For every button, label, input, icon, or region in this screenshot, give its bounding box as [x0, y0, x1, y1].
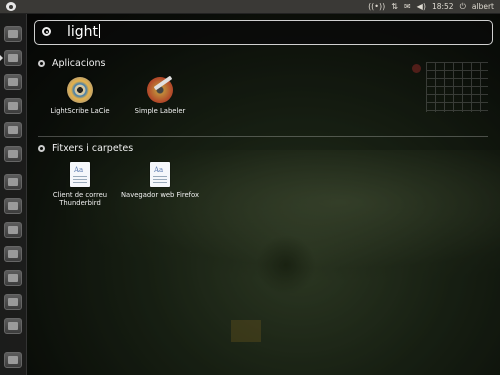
result-simple-labeler[interactable]: Simple Labeler	[123, 77, 197, 115]
launcher-files-icon[interactable]	[4, 122, 22, 138]
user-name[interactable]: albert	[472, 2, 494, 11]
network-icon[interactable]: ((•))	[368, 2, 385, 11]
result-label: Navegador web Firefox	[120, 191, 200, 199]
expand-section-icon[interactable]	[38, 60, 45, 67]
search-box[interactable]: light	[34, 20, 493, 45]
result-label: LightScribe LaCie	[50, 107, 110, 115]
launcher-office-icon[interactable]	[4, 98, 22, 114]
launcher-text-icon[interactable]	[4, 198, 22, 214]
launcher-document-icon[interactable]	[4, 174, 22, 190]
disc-icon	[67, 77, 93, 103]
section-applications[interactable]: Aplicacions	[38, 58, 106, 69]
ubuntu-logo-icon[interactable]	[6, 2, 16, 11]
launcher-home-icon[interactable]	[4, 26, 22, 42]
dash-overlay: light Aplicacions LightScribe LaCie Simp…	[26, 14, 500, 375]
launcher-apps-icon[interactable]	[4, 294, 22, 310]
section-title-applications: Aplicacions	[52, 58, 106, 69]
volume-icon[interactable]: ◀)	[417, 2, 426, 11]
clock[interactable]: 18:52	[432, 2, 454, 11]
expand-section-icon[interactable]	[38, 145, 45, 152]
launcher-search-icon[interactable]	[4, 318, 22, 334]
system-tray: ((•)) ⇅ ✉ ◀) 18:52 ⏻ albert	[368, 0, 494, 13]
document-icon	[150, 162, 170, 187]
search-input[interactable]: light	[67, 24, 98, 40]
transfer-icon[interactable]: ⇅	[391, 2, 398, 11]
label-disc-icon	[147, 77, 173, 103]
top-panel: ((•)) ⇅ ✉ ◀) 18:52 ⏻ albert	[0, 0, 500, 14]
section-title-files: Fitxers i carpetes	[52, 143, 134, 154]
launcher	[0, 14, 27, 375]
document-icon	[70, 162, 90, 187]
launcher-disk-icon[interactable]	[4, 246, 22, 262]
launcher-app-icon[interactable]	[4, 146, 22, 162]
section-divider	[38, 136, 488, 137]
calendar-widget	[412, 60, 490, 116]
section-files[interactable]: Fitxers i carpetes	[38, 143, 133, 154]
session-icon[interactable]: ⏻	[460, 2, 466, 12]
launcher-workspace-icon[interactable]	[4, 270, 22, 286]
launcher-terminal-icon[interactable]	[4, 222, 22, 238]
launcher-mail-icon[interactable]	[4, 74, 22, 90]
search-icon	[42, 27, 51, 36]
result-firefox[interactable]: Navegador web Firefox	[118, 162, 202, 199]
result-thunderbird[interactable]: Client de correu Thunderbird	[43, 162, 117, 207]
launcher-browser-icon[interactable]	[4, 50, 22, 66]
active-arrow-icon	[0, 55, 3, 61]
result-lightscribe[interactable]: LightScribe LaCie	[43, 77, 117, 115]
mail-icon[interactable]: ✉	[404, 2, 411, 11]
result-label: Simple Labeler	[134, 107, 186, 115]
result-label: Client de correu Thunderbird	[52, 191, 108, 207]
text-caret	[99, 24, 101, 38]
launcher-trash-icon[interactable]	[4, 352, 22, 368]
